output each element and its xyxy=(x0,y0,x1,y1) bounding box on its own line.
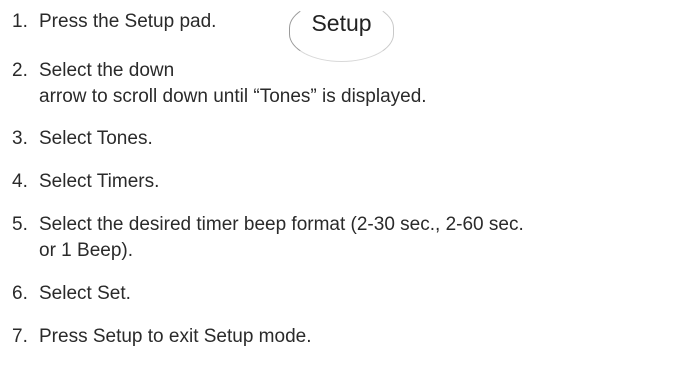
step-5: 5. Select the desired timer beep format … xyxy=(12,212,677,264)
step-line: Press Setup to exit Setup mode. xyxy=(39,326,312,347)
setup-pad-illustration: Setup xyxy=(289,0,394,62)
step-number: 2. xyxy=(12,60,28,81)
step-number: 7. xyxy=(12,326,28,347)
step-line: Select the down xyxy=(39,60,175,81)
step-line: Select Timers. xyxy=(39,171,160,192)
step-text: Press Setup to exit Setup mode. xyxy=(39,324,677,350)
step-number: 3. xyxy=(12,128,28,149)
step-text: Select Tones. xyxy=(39,126,677,152)
step-text: Select the down arrow to scroll down unt… xyxy=(39,58,677,110)
step-text: Select Set. xyxy=(39,281,677,307)
step-text: Select Timers. xyxy=(39,169,677,195)
step-line: arrow to scroll down until “Tones” is di… xyxy=(39,86,427,107)
step-line: Select Set. xyxy=(39,283,131,304)
step-3: 3. Select Tones. xyxy=(12,126,677,152)
step-line: Select the desired timer beep format (2-… xyxy=(39,214,524,235)
step-number: 6. xyxy=(12,283,28,304)
step-2: 2. Select the down arrow to scroll down … xyxy=(12,58,677,110)
step-7: 7. Press Setup to exit Setup mode. xyxy=(12,324,677,350)
step-line: or 1 Beep). xyxy=(39,240,133,261)
step-number: 1. xyxy=(12,11,28,32)
step-4: 4. Select Timers. xyxy=(12,169,677,195)
step-number: 4. xyxy=(12,171,28,192)
step-6: 6. Select Set. xyxy=(12,281,677,307)
step-number: 5. xyxy=(12,214,28,235)
step-line: Select Tones. xyxy=(39,128,153,149)
step-text: Select the desired timer beep format (2-… xyxy=(39,212,677,264)
setup-pad-label: Setup xyxy=(311,10,372,36)
